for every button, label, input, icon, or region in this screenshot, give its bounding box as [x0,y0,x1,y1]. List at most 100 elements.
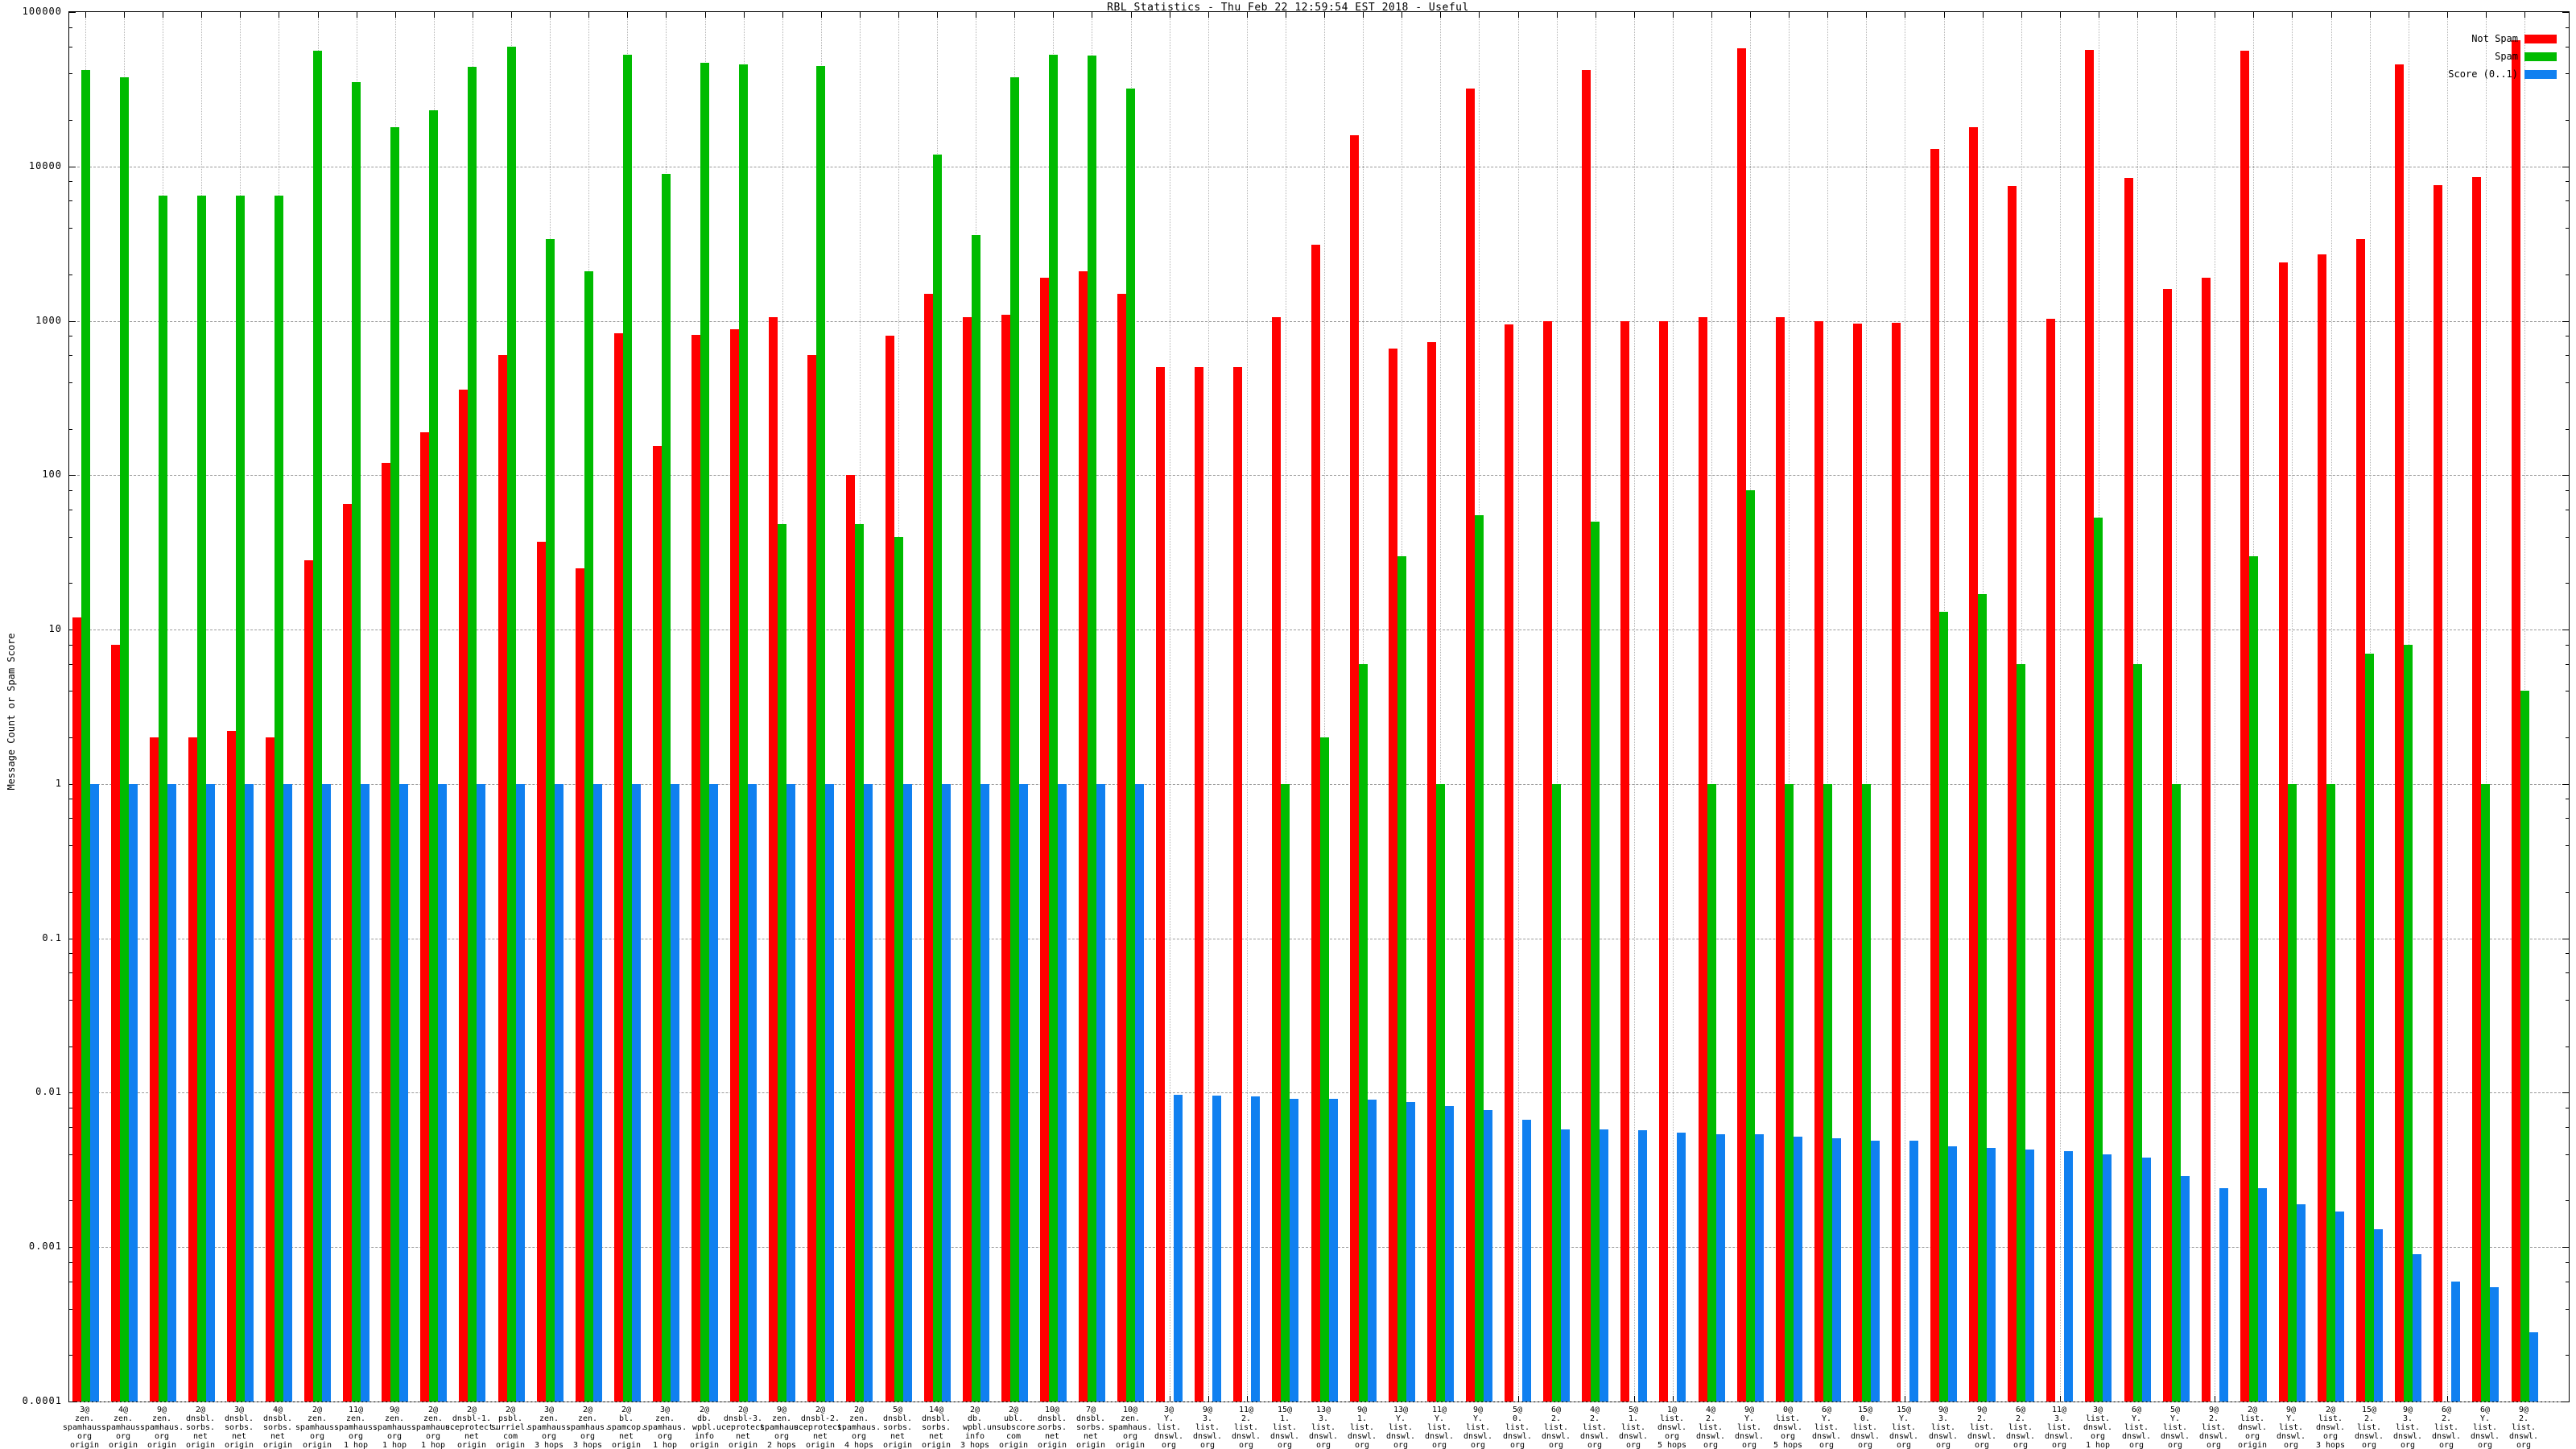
bar-score [90,784,99,1402]
x-tick-top [2176,12,2177,18]
x-tick-top [1634,12,1635,18]
y-major-tick [2562,1247,2569,1248]
bar-not_spam [1195,367,1203,1402]
y-minor-tick [2566,845,2569,846]
bar-not_spam [537,542,546,1402]
bar-score [1135,784,1144,1402]
bar-not_spam [304,560,313,1402]
x-tick-top [782,12,783,18]
legend-label: Spam [2318,51,2518,62]
bar-not_spam [227,731,236,1402]
bar-score [399,784,408,1402]
bar-score [1329,1099,1338,1402]
bar-score [477,784,485,1402]
bar-spam [1591,522,1600,1402]
bar-spam [468,67,477,1402]
legend-swatch [2524,35,2557,43]
y-tick-label: 10000 [6,160,62,171]
x-tick-top [744,12,745,18]
bar-score [1212,1096,1221,1402]
bar-not_spam [420,432,429,1402]
y-minor-tick [2566,645,2569,646]
legend-swatch [2524,70,2557,79]
bar-not_spam [653,446,662,1402]
bar-score [1561,1129,1570,1402]
y-tick-label: 0.01 [6,1086,62,1097]
y-major-tick [69,12,76,13]
bar-not_spam [1659,321,1668,1402]
bar-score [593,784,602,1402]
v-gridline [1518,12,1519,1402]
bar-not_spam [2472,177,2481,1402]
bar-not_spam [2318,254,2326,1402]
bar-not_spam [1930,149,1939,1402]
bar-not_spam [1969,127,1978,1402]
x-tick-top [240,12,241,18]
y-tick-label: 100000 [6,6,62,17]
bar-not_spam [2163,289,2172,1402]
bar-spam [275,196,283,1402]
x-tick-top [85,12,86,18]
x-tick-top [1324,12,1325,18]
legend-label: Score (0..1) [2318,68,2518,80]
bar-score [632,784,641,1402]
y-minor-tick [2566,537,2569,538]
bar-not_spam [1853,324,1862,1402]
x-tick-top [821,12,822,18]
bar-not_spam [2046,319,2055,1402]
bar-spam [739,64,748,1402]
bar-not_spam [111,645,120,1402]
y-minor-tick [2566,818,2569,819]
y-tick-label: 0.1 [6,932,62,943]
bar-spam [546,239,555,1402]
x-tick-top [1479,12,1480,18]
x-tick-top [1208,12,1209,18]
legend-swatch [2524,52,2557,61]
bar-not_spam [2356,239,2365,1402]
y-minor-tick [2566,181,2569,182]
y-tick-label: 100 [6,469,62,480]
bar-score [671,784,679,1402]
bar-score [748,784,757,1402]
bar-score [1445,1106,1454,1402]
bar-score [786,784,795,1402]
bar-spam [1126,89,1135,1402]
bar-score [1019,784,1028,1402]
x-tick-top [395,12,396,18]
y-minor-tick [2566,1309,2569,1310]
bar-not_spam [1892,323,1901,1402]
bar-spam [1397,556,1406,1402]
y-major-tick [2562,475,2569,476]
y-minor-tick [2566,1355,2569,1356]
y-minor-tick [2566,737,2569,738]
y-minor-tick [69,73,72,74]
y-tick-label: 10 [6,623,62,634]
y-minor-tick [2566,200,2569,201]
x-tick-bottom [1247,1396,1248,1402]
y-minor-tick [2566,1127,2569,1128]
bar-not_spam [1543,321,1552,1402]
bar-spam [972,235,980,1402]
y-minor-tick [2566,1262,2569,1263]
x-tick-top [1440,12,1441,18]
bar-spam [2094,518,2103,1402]
v-gridline [2447,12,2448,1402]
bar-not_spam [1117,294,1126,1402]
x-tick-bottom [1208,1396,1209,1402]
bar-spam [352,82,361,1402]
bar-not_spam [2240,51,2249,1402]
x-tick-bottom [2447,1396,2448,1402]
x-tick-top [1789,12,1790,18]
y-minor-tick [69,490,72,491]
bar-not_spam [188,737,197,1402]
bar-score [1909,1141,1918,1402]
bar-score [1948,1146,1957,1402]
bar-score [1368,1100,1377,1402]
bar-not_spam [886,336,894,1402]
x-tick-top [2137,12,2138,18]
bar-spam [2017,664,2025,1402]
y-tick-label: 0.0001 [6,1395,62,1406]
bar-not_spam [730,329,739,1402]
v-gridline [1208,12,1209,1402]
bar-spam [120,77,129,1402]
